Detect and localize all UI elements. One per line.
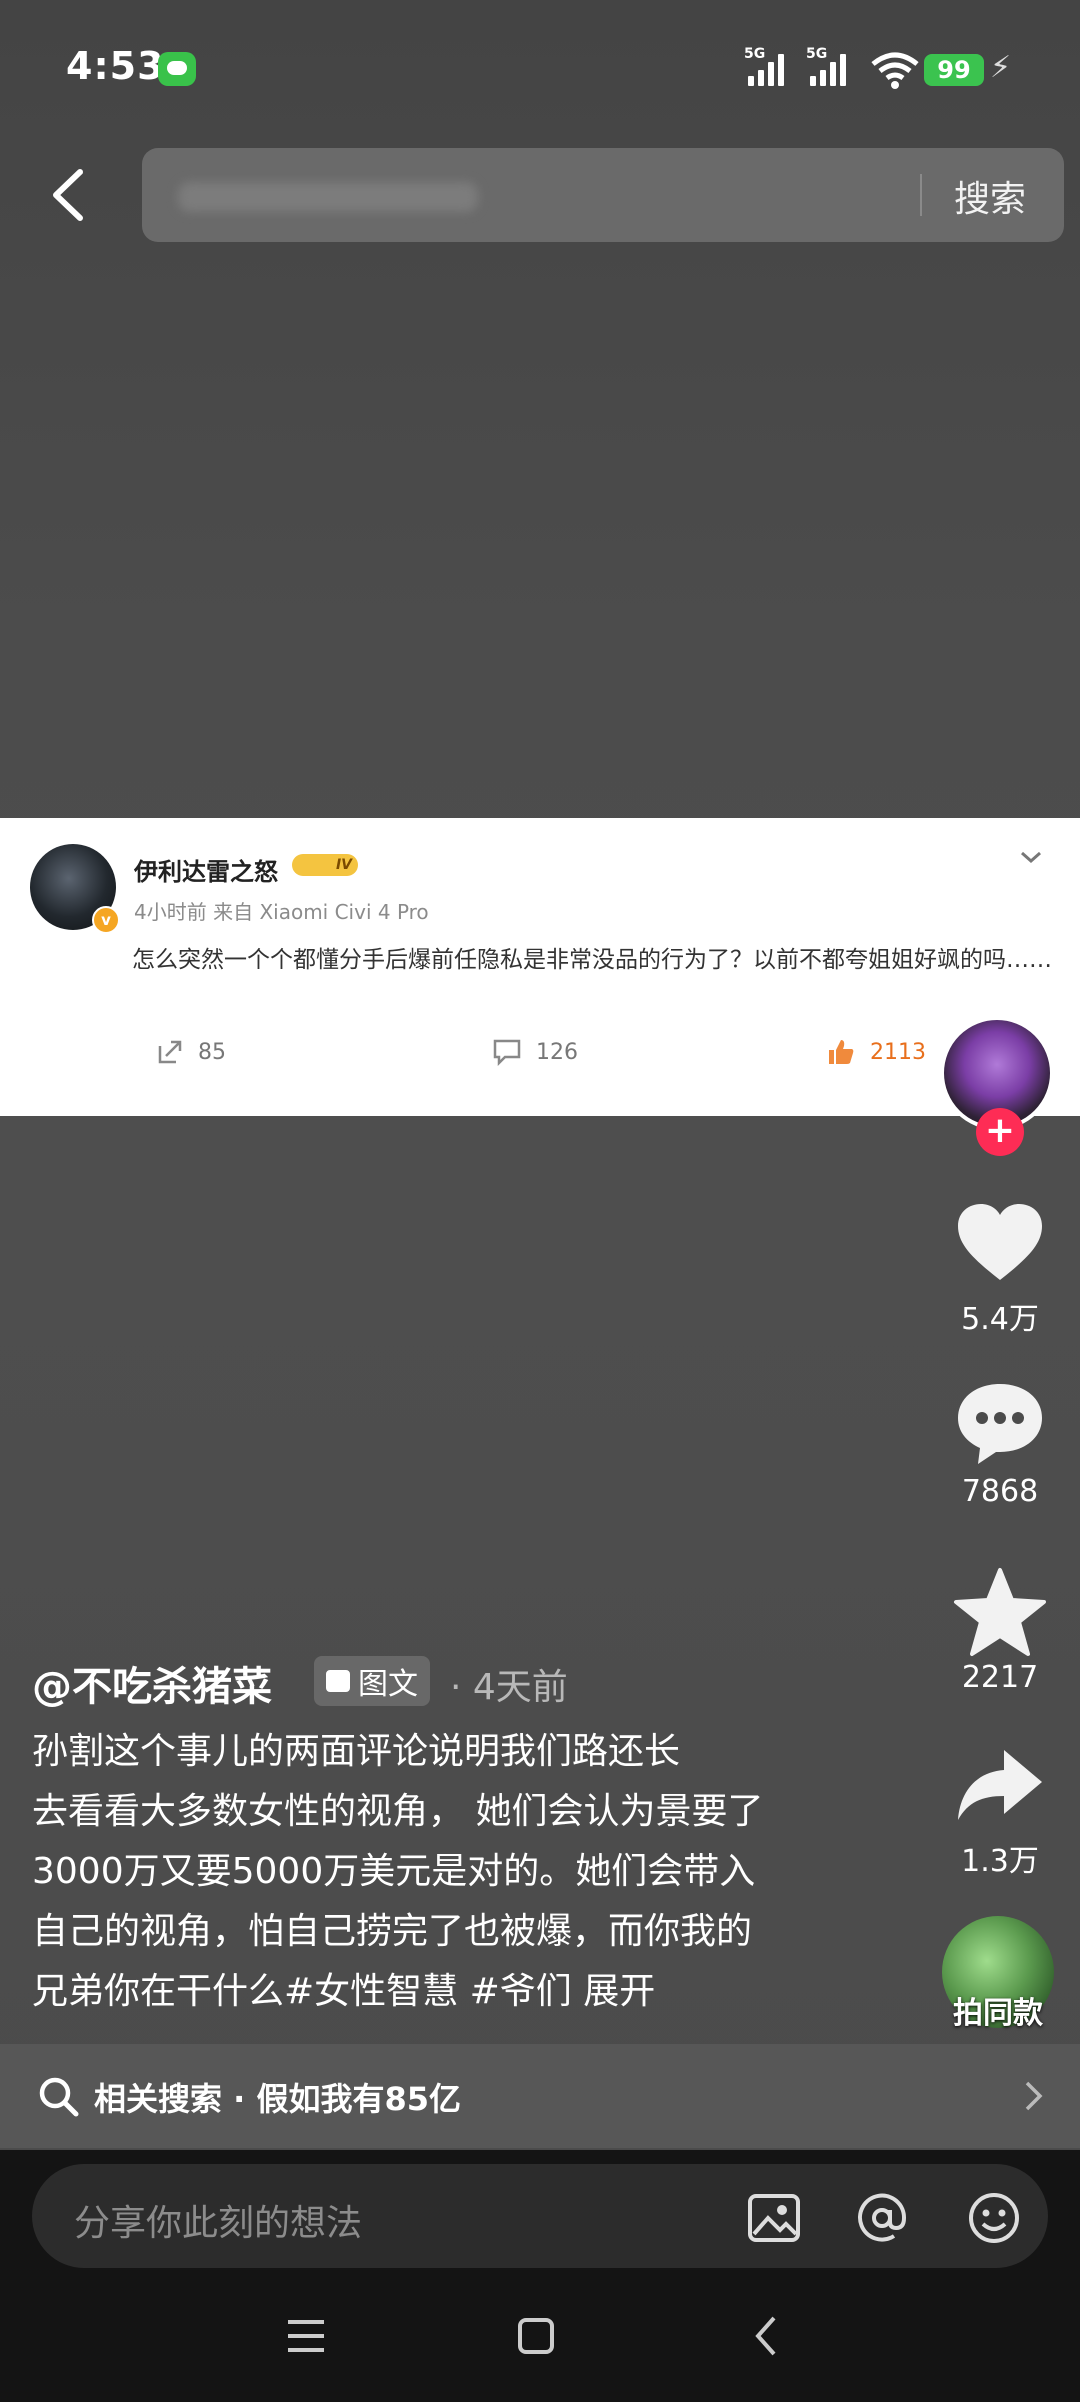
remix-label[interactable]: 拍同款 bbox=[920, 1988, 1076, 2032]
favorite-count-label: 2217 bbox=[961, 1660, 1039, 1695]
signal-icon-2: 5G bbox=[806, 46, 846, 86]
weibo-post-card: v 伊利达雷之怒 IV 4小时前 来自 Xiaomi Civi 4 Pro 怎么… bbox=[0, 818, 1080, 1116]
favorite-star-icon[interactable] bbox=[952, 1566, 1048, 1662]
weibo-username: 伊利达雷之怒 bbox=[134, 858, 278, 886]
weibo-meta: 4小时前 来自 Xiaomi Civi 4 Pro bbox=[134, 900, 429, 924]
home-nav-icon[interactable] bbox=[506, 2306, 566, 2366]
chevron-down-icon bbox=[1021, 851, 1041, 864]
menu-nav-icon[interactable] bbox=[276, 2306, 336, 2366]
share-arrow-icon[interactable] bbox=[952, 1738, 1048, 1834]
search-input[interactable]: 搜索 bbox=[142, 148, 1064, 242]
image-icon[interactable] bbox=[746, 2190, 802, 2246]
like-count: 2113 bbox=[826, 1038, 926, 1066]
post-time: · 4天前 bbox=[450, 1667, 568, 1708]
comment-placeholder: 分享你此刻的想法 bbox=[74, 2203, 363, 2244]
charging-icon: ⚡ bbox=[990, 50, 1012, 85]
chevron-right-icon bbox=[1025, 2081, 1043, 2111]
share-count-label: 1.3万 bbox=[961, 1844, 1039, 1879]
caption-line: 孙割这个事儿的两面评论说明我们路还长 bbox=[32, 1731, 681, 1772]
status-bar: 4:53 5G 5G 99 ⚡ bbox=[0, 0, 1080, 140]
signal-icon-1: 5G bbox=[744, 46, 784, 86]
caption-line-hashtags[interactable]: 兄弟你在干什么#女性智慧 #爷们 展开 bbox=[32, 1962, 892, 2022]
bottom-bar: 分享你此刻的想法 bbox=[0, 2150, 1080, 2402]
caption-line: 3000万又要5000万美元是对的。她们会带入 bbox=[32, 1851, 756, 1892]
search-button[interactable]: 搜索 bbox=[954, 170, 1026, 222]
weibo-text: 怎么突然一个个都懂分手后爆前任隐私是非常没品的行为了？以前不都夸姐姐好飒的吗…… bbox=[132, 947, 1052, 973]
message-notification-icon bbox=[158, 52, 196, 86]
comment-icon[interactable] bbox=[952, 1376, 1048, 1472]
search-icon bbox=[39, 2077, 79, 2117]
like-count-label: 5.4万 bbox=[961, 1302, 1039, 1337]
search-divider bbox=[920, 174, 922, 216]
repost-icon bbox=[158, 1040, 182, 1064]
back-icon[interactable] bbox=[40, 160, 100, 230]
related-search-text: 相关搜索 · 假如我有85亿 bbox=[94, 2080, 461, 2118]
caption-line: 去看看大多数女性的视角， 她们会认为景要了 bbox=[32, 1791, 764, 1832]
verified-badge-icon: v bbox=[92, 906, 120, 934]
comment-icon bbox=[493, 1039, 521, 1066]
comment-input[interactable]: 分享你此刻的想法 bbox=[32, 2164, 1048, 2268]
post-caption: 孙割这个事儿的两面评论说明我们路还长 去看看大多数女性的视角， 她们会认为景要了… bbox=[32, 1722, 892, 2022]
battery-indicator: 99 bbox=[924, 54, 984, 86]
post-type-badge: 图文 bbox=[314, 1656, 430, 1706]
status-time: 4:53 bbox=[66, 44, 165, 88]
post-author[interactable]: @不吃杀猪菜 bbox=[32, 1654, 272, 1712]
search-placeholder-blurred bbox=[178, 182, 478, 212]
back-nav-icon[interactable] bbox=[738, 2306, 798, 2366]
wifi-icon bbox=[871, 52, 919, 89]
comment-count: 126 bbox=[492, 1038, 578, 1066]
repost-count: 85 bbox=[156, 1038, 226, 1066]
thumbs-up-icon bbox=[829, 1040, 854, 1064]
image-text-icon bbox=[326, 1670, 350, 1692]
like-heart-icon[interactable] bbox=[952, 1196, 1048, 1292]
follow-button[interactable]: + bbox=[976, 1108, 1024, 1156]
related-search-bar[interactable]: 相关搜索 · 假如我有85亿 bbox=[0, 2044, 1080, 2148]
comment-count-label: 7868 bbox=[961, 1474, 1039, 1509]
caption-line: 自己的视角，怕自己捞完了也被爆，而你我的 bbox=[32, 1911, 753, 1952]
level-badge: IV bbox=[292, 854, 358, 876]
emoji-icon[interactable] bbox=[966, 2190, 1022, 2246]
at-mention-icon[interactable] bbox=[854, 2190, 910, 2246]
